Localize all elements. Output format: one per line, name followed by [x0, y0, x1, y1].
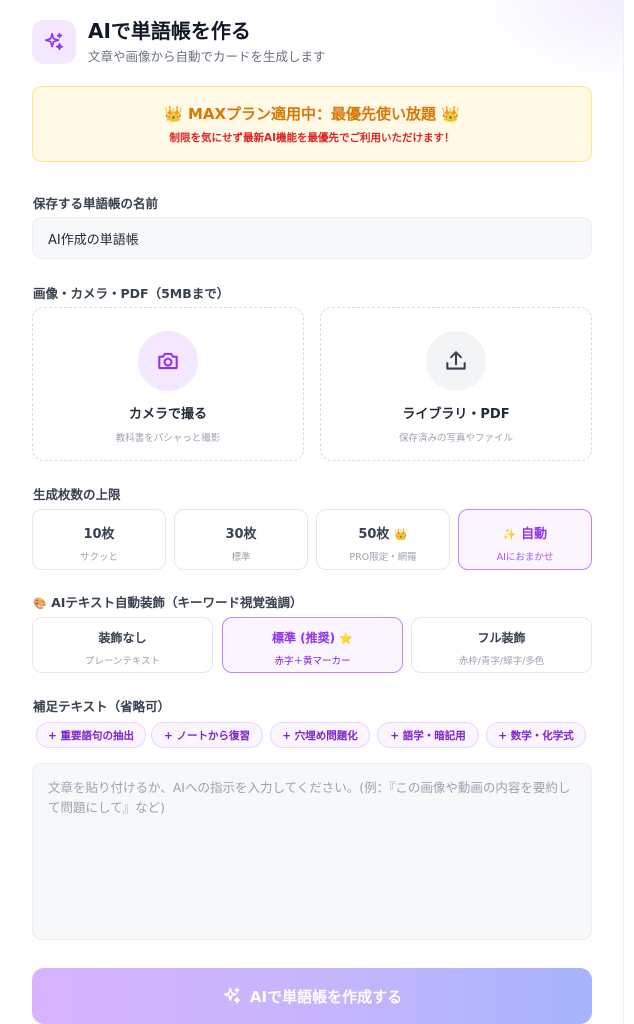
- sparkles-icon: [223, 987, 241, 1004]
- banner-subtitle: 制限を気にせず最新AI機能を最優先でご利用いただけます！: [169, 132, 455, 144]
- deck-name-label: 保存する単語帳の名前: [33, 196, 159, 211]
- supplement-textarea[interactable]: 文章を貼り付けるか、AIへの指示を入力してください。(例：『この画像や動画の内容…: [32, 763, 592, 940]
- chip-math-chemistry[interactable]: + 数学・化学式: [486, 722, 586, 748]
- decoration-option-full[interactable]: フル装飾 赤枠/青字/緑字/多色: [411, 617, 592, 673]
- limit-label: 生成枚数の上限: [33, 487, 121, 502]
- library-title: ライブラリ・PDF: [402, 407, 510, 422]
- chip-fill-in-blank[interactable]: + 穴埋め問題化: [270, 722, 370, 748]
- create-deck-button[interactable]: AIで単語帳を作成する: [32, 968, 592, 1024]
- page-header: AIで単語帳を作る 文章や画像から自動でカードを生成します: [32, 18, 326, 65]
- chip-extract-keywords[interactable]: + 重要語句の抽出: [36, 722, 146, 748]
- library-button[interactable]: ライブラリ・PDF 保存済みの写真やファイル: [320, 307, 592, 461]
- camera-title: カメラで撮る: [128, 407, 207, 422]
- decoration-label: 🎨 AIテキスト自動装飾（キーワード視覚強調）: [33, 595, 303, 610]
- limit-option-auto[interactable]: ✨ 自動 AIにおまかせ: [458, 509, 592, 570]
- upload-icon: [426, 331, 486, 391]
- create-deck-label: AIで単語帳を作成する: [249, 987, 403, 1006]
- banner-title: 👑 MAXプラン適用中：最優先使い放題 👑: [164, 105, 460, 123]
- create-deck-panel: AIで単語帳を作る 文章や画像から自動でカードを生成します 👑 MAXプラン適用…: [4, 0, 624, 1024]
- crown-icon: 👑: [441, 105, 460, 123]
- supplement-label: 補足テキスト（省略可）: [33, 699, 171, 714]
- limit-option-50[interactable]: 50枚 👑 PRO限定・網羅: [316, 509, 450, 570]
- crown-icon: 👑: [393, 528, 408, 541]
- camera-icon: [138, 331, 198, 391]
- star-icon: ⭐: [339, 632, 354, 645]
- decoration-option-none[interactable]: 装飾なし プレーンテキスト: [32, 617, 213, 673]
- sparkle-icon: ✨: [502, 528, 517, 541]
- chip-review-notes[interactable]: + ノートから復習: [151, 722, 263, 748]
- page-subtitle: 文章や画像から自動でカードを生成します: [88, 49, 326, 64]
- crown-icon: 👑: [164, 105, 183, 123]
- camera-button[interactable]: カメラで撮る 教科書をパシャっと撮影: [32, 307, 304, 461]
- decoration-option-standard[interactable]: 標準 (推奨) ⭐ 赤字＋黄マーカー: [222, 617, 403, 673]
- page-title: AIで単語帳を作る: [88, 19, 251, 43]
- limit-option-30[interactable]: 30枚 標準: [174, 509, 308, 570]
- palette-icon: 🎨: [33, 597, 47, 610]
- limit-option-10[interactable]: 10枚 サクッと: [32, 509, 166, 570]
- chip-language-memorize[interactable]: + 語学・暗記用: [377, 722, 479, 748]
- sparkles-icon: [32, 19, 76, 64]
- deck-name-input[interactable]: [32, 217, 592, 259]
- corner-decoration: [463, 0, 623, 90]
- camera-subtitle: 教科書をパシャっと撮影: [115, 433, 221, 444]
- upload-label: 画像・カメラ・PDF（5MBまで）: [33, 286, 230, 301]
- max-plan-banner: 👑 MAXプラン適用中：最優先使い放題 👑 制限を気にせず最新AI機能を最優先で…: [32, 86, 592, 162]
- library-subtitle: 保存済みの写真やファイル: [398, 433, 513, 444]
